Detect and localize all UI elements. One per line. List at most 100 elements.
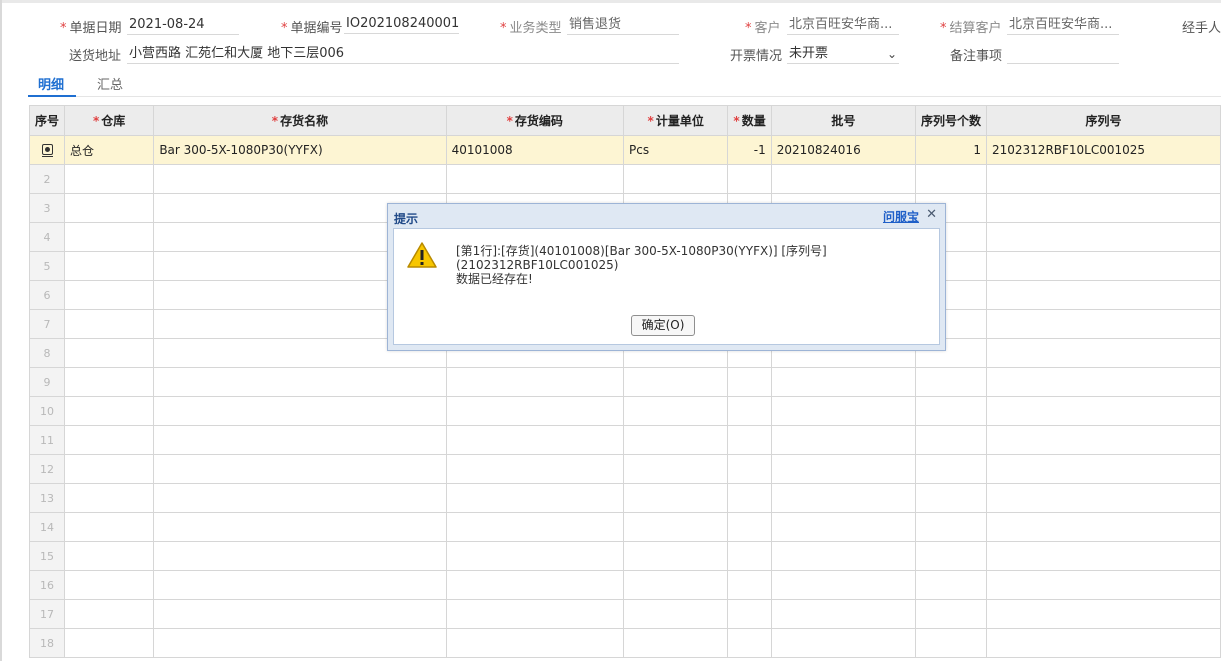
grid-cell[interactable] [622, 164, 729, 194]
grid-cell[interactable] [986, 309, 1221, 339]
grid-cell[interactable] [727, 396, 772, 426]
grid-cell[interactable] [622, 599, 729, 629]
grid-cell[interactable] [64, 367, 155, 397]
grid-cell[interactable] [986, 367, 1221, 397]
grid-cell[interactable] [153, 396, 447, 426]
grid-cell[interactable] [986, 164, 1221, 194]
close-icon[interactable]: ✕ [926, 207, 937, 222]
grid-cell[interactable] [153, 628, 447, 658]
grid-cell[interactable] [914, 599, 988, 629]
grid-cell[interactable] [153, 599, 447, 629]
grid-cell[interactable] [622, 454, 729, 484]
table-row[interactable]: 14 [28, 512, 1221, 542]
tab-detail[interactable]: 明细 [38, 74, 64, 93]
grid-cell[interactable] [727, 164, 772, 194]
grid-cell[interactable] [986, 338, 1221, 368]
grid-cell[interactable] [445, 164, 624, 194]
grid-cell[interactable] [622, 367, 729, 397]
grid-cell[interactable] [986, 512, 1221, 542]
grid-cell[interactable] [914, 483, 988, 513]
grid-cell[interactable] [770, 541, 916, 571]
grid-cell[interactable] [770, 454, 916, 484]
grid-cell[interactable] [64, 570, 155, 600]
grid-cell[interactable] [914, 396, 988, 426]
grid-cell[interactable] [64, 628, 155, 658]
grid-cell[interactable] [64, 454, 155, 484]
grid-cell[interactable] [914, 367, 988, 397]
grid-cell[interactable] [622, 425, 729, 455]
grid-cell[interactable] [770, 512, 916, 542]
grid-cell[interactable] [727, 512, 772, 542]
col-header-serial-count[interactable]: 序列号个数 [914, 105, 988, 136]
grid-cell[interactable] [986, 628, 1221, 658]
grid-cell[interactable] [770, 483, 916, 513]
grid-cell[interactable] [770, 425, 916, 455]
customer-input[interactable]: 北京百旺安华商... [787, 15, 899, 35]
dialog-help-link[interactable]: 问服宝 [883, 208, 919, 225]
col-header-qty[interactable]: * 数量 [727, 105, 772, 136]
grid-cell[interactable] [622, 396, 729, 426]
col-header-name[interactable]: * 存货名称 [153, 105, 447, 136]
cell-unit[interactable]: Pcs [622, 135, 729, 165]
grid-cell[interactable] [153, 483, 447, 513]
col-header-index[interactable]: 序号 [28, 105, 66, 136]
col-header-batch[interactable]: 批号 [770, 105, 916, 136]
grid-cell[interactable] [986, 193, 1221, 223]
cell-name[interactable]: Bar 300-5X-1080P30(YYFX) [153, 135, 447, 165]
grid-cell[interactable] [153, 454, 447, 484]
grid-cell[interactable] [727, 541, 772, 571]
grid-cell[interactable] [445, 512, 624, 542]
col-header-serial[interactable]: 序列号 [986, 105, 1221, 136]
grid-cell[interactable] [914, 454, 988, 484]
table-row[interactable]: 9 [28, 367, 1221, 397]
table-row[interactable]: 10 [28, 396, 1221, 426]
col-header-code[interactable]: * 存货编码 [445, 105, 624, 136]
grid-cell[interactable] [64, 251, 155, 281]
table-row[interactable]: 11 [28, 425, 1221, 455]
grid-cell[interactable] [622, 541, 729, 571]
grid-cell[interactable] [914, 541, 988, 571]
grid-cell[interactable] [914, 628, 988, 658]
grid-cell[interactable] [727, 367, 772, 397]
cell-batch[interactable]: 20210824016 [770, 135, 916, 165]
address-input[interactable]: 小营西路 汇苑仁和大厦 地下三层006 [127, 44, 679, 64]
grid-cell[interactable] [64, 193, 155, 223]
grid-cell[interactable] [770, 570, 916, 600]
grid-cell[interactable] [986, 251, 1221, 281]
grid-cell[interactable] [770, 396, 916, 426]
cell-serial[interactable]: 2102312RBF10LC001025 [986, 135, 1221, 165]
grid-cell[interactable] [445, 570, 624, 600]
grid-cell[interactable] [64, 425, 155, 455]
table-row[interactable]: 12 [28, 454, 1221, 484]
table-row[interactable]: 15 [28, 541, 1221, 571]
grid-cell[interactable] [64, 164, 155, 194]
grid-cell[interactable] [986, 483, 1221, 513]
grid-cell[interactable] [986, 570, 1221, 600]
doc-no-input[interactable]: IO202108240001 [344, 14, 459, 34]
grid-cell[interactable] [153, 541, 447, 571]
grid-cell[interactable] [64, 512, 155, 542]
cell-qty[interactable]: -1 [727, 135, 772, 165]
grid-cell[interactable] [153, 367, 447, 397]
grid-cell[interactable] [622, 512, 729, 542]
grid-cell[interactable] [64, 338, 155, 368]
grid-cell[interactable] [770, 599, 916, 629]
grid-cell[interactable] [445, 454, 624, 484]
grid-cell[interactable] [445, 483, 624, 513]
grid-cell[interactable] [153, 164, 447, 194]
grid-cell[interactable] [727, 454, 772, 484]
grid-cell[interactable] [727, 628, 772, 658]
cell-code[interactable]: 40101008 [445, 135, 624, 165]
grid-cell[interactable] [64, 396, 155, 426]
grid-cell[interactable] [64, 599, 155, 629]
grid-cell[interactable] [727, 425, 772, 455]
grid-cell[interactable] [986, 222, 1221, 252]
grid-cell[interactable] [770, 367, 916, 397]
grid-cell[interactable] [64, 483, 155, 513]
grid-cell[interactable] [914, 570, 988, 600]
grid-cell[interactable] [986, 280, 1221, 310]
col-header-unit[interactable]: * 计量单位 [622, 105, 729, 136]
grid-cell[interactable] [914, 425, 988, 455]
grid-cell[interactable] [153, 570, 447, 600]
table-row[interactable]: 总仓 Bar 300-5X-1080P30(YYFX) 40101008 Pcs… [28, 135, 1221, 165]
